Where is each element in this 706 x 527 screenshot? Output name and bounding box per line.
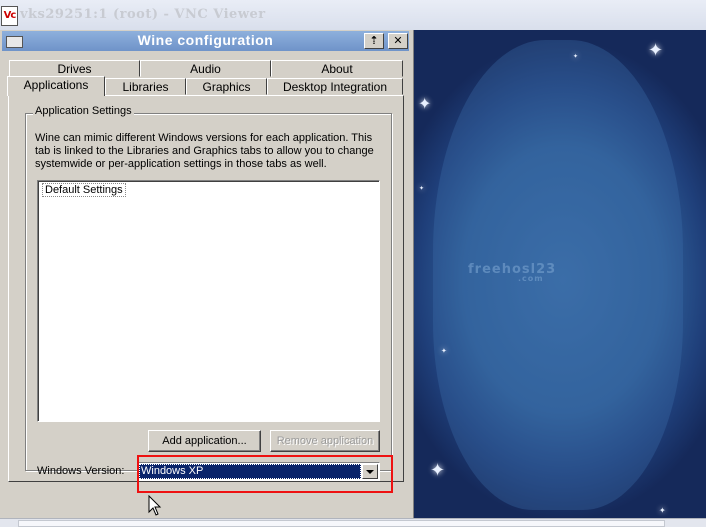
tab-drives[interactable]: Drives (9, 60, 140, 77)
tab-about[interactable]: About (271, 60, 403, 77)
tab-desktop-integration[interactable]: Desktop Integration (267, 78, 403, 95)
desktop-background: ✦ ✦ ✦ ✦ ✦ ✦ ✦ freehosl23 .com (413, 30, 706, 518)
group-label: Application Settings (33, 105, 134, 117)
list-item-default-settings[interactable]: Default Settings (42, 183, 126, 197)
window-title-bar[interactable]: Wine configuration ⇡ ✕ (2, 31, 409, 51)
windows-version-label: Windows Version: (37, 465, 125, 477)
remove-application-button[interactable]: Remove application (270, 430, 380, 452)
star-icon: ✦ (648, 40, 664, 61)
red-highlight-box (137, 455, 393, 493)
close-button[interactable]: ✕ (388, 33, 408, 49)
description-text: Wine can mimic different Windows version… (35, 132, 374, 170)
mouse-cursor-icon (148, 495, 162, 516)
tab-applications[interactable]: Applications (7, 76, 105, 96)
star-icon: ✦ (430, 460, 446, 481)
tab-libraries[interactable]: Libraries (105, 78, 186, 95)
add-application-button[interactable]: Add application... (148, 430, 261, 452)
window-title: Wine configuration (137, 32, 274, 48)
tab-graphics[interactable]: Graphics (186, 78, 267, 95)
vnc-logo-icon: Vc (1, 6, 18, 26)
vnc-window-title: vks29251:1 (root) - VNC Viewer (20, 7, 266, 22)
star-icon: ✦ (573, 53, 579, 60)
star-icon: ✦ (418, 94, 432, 113)
application-list[interactable]: Default Settings (37, 180, 380, 422)
star-icon: ✦ (659, 506, 666, 515)
desktop-watermark: freehosl23 .com (468, 262, 556, 283)
star-icon: ✦ (419, 185, 425, 192)
wine-config-window: Wine configuration ⇡ ✕ Drives Audio Abou… (0, 30, 414, 518)
star-icon: ✦ (441, 347, 447, 355)
tab-audio[interactable]: Audio (140, 60, 271, 77)
vnc-title-bar: Vc vks29251:1 (root) - VNC Viewer (0, 0, 706, 31)
applications-panel: Application Settings Wine can mimic diff… (8, 95, 404, 482)
maximize-button[interactable]: ⇡ (364, 33, 384, 49)
